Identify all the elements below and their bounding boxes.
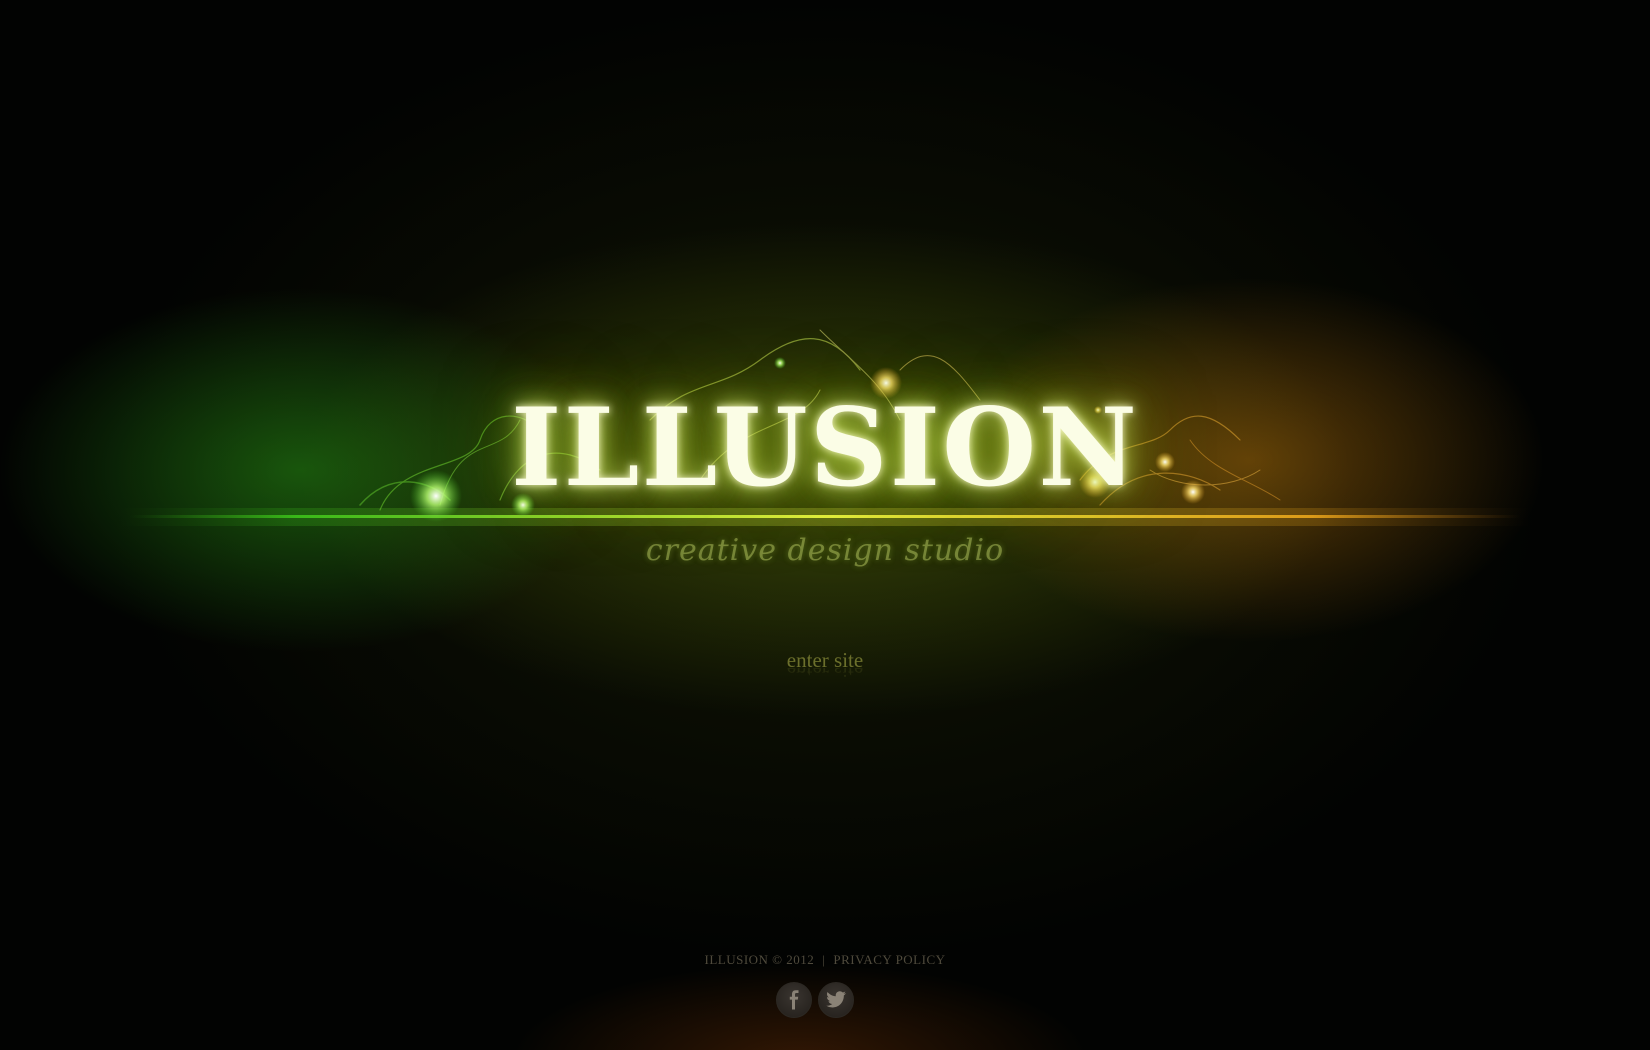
horizon-line xyxy=(130,515,1520,518)
enter-site-link[interactable]: enter site xyxy=(0,648,1650,673)
tagline: creative design studio xyxy=(645,533,1005,568)
twitter-icon xyxy=(826,991,846,1008)
twitter-button[interactable] xyxy=(818,982,854,1018)
footer: ILLUSION © 2012 | PRIVACY POLICY xyxy=(0,952,1650,968)
splash-page: ILLUSION creative design studio enter si… xyxy=(0,0,1650,1050)
site-logo: ILLUSION xyxy=(511,385,1139,511)
glow-decoration xyxy=(120,329,1530,526)
copyright-text: ILLUSION © 2012 xyxy=(704,952,815,967)
facebook-icon xyxy=(789,990,799,1010)
sparkle xyxy=(774,357,786,369)
footer-separator: | xyxy=(822,952,826,967)
social-links xyxy=(776,982,876,1018)
facebook-button[interactable] xyxy=(776,982,812,1018)
privacy-policy-link[interactable]: PRIVACY POLICY xyxy=(833,952,945,967)
